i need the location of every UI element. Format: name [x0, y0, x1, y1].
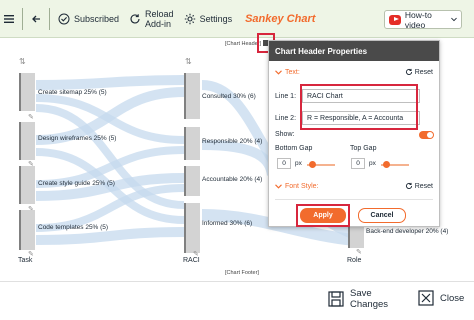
top-gap-slider-knob[interactable] — [383, 161, 390, 168]
font-style-section-header[interactable]: Font Style: Reset — [275, 180, 433, 192]
cancel-button[interactable]: Cancel — [358, 208, 406, 223]
save-icon — [328, 291, 344, 307]
node-code-templates[interactable] — [19, 210, 35, 250]
raci-node-label: Accountable 20% (4) — [202, 176, 263, 183]
flow-link — [35, 227, 185, 245]
font-style-section-label: Font Style: — [285, 182, 319, 190]
bottom-gap-input[interactable]: 0 — [277, 158, 291, 169]
save-changes-button[interactable]: Save Changes — [328, 288, 388, 310]
highlight-apply-button — [296, 204, 350, 227]
close-label: Close — [440, 292, 465, 304]
panel-title: Chart Header Properties — [269, 41, 439, 61]
text-reset-button[interactable]: Reset — [405, 68, 433, 76]
task-node-label: Create style guide 25% (5) — [38, 180, 115, 187]
node-create-sitemap[interactable] — [19, 73, 35, 111]
show-toggle[interactable] — [419, 131, 434, 139]
top-gap-input[interactable]: 0 — [351, 158, 365, 169]
axis-label-raci: RACI — [183, 257, 200, 264]
sort-raci-icon[interactable]: ⇅ — [185, 57, 192, 66]
node-accountable[interactable] — [184, 166, 200, 196]
save-label-line1: Save — [350, 288, 372, 299]
text-section-label: Text: — [285, 68, 300, 76]
edit-node-icon[interactable]: ✎ — [356, 248, 362, 256]
bottom-gap-slider-knob[interactable] — [309, 161, 316, 168]
flow-link — [35, 75, 185, 90]
text-section-header[interactable]: Text: Reset — [275, 66, 433, 78]
bottom-gap-unit: px — [295, 160, 302, 167]
chevron-down-icon — [275, 183, 282, 189]
sankey-app: Subscribed Reload Add-in Settings Sankey… — [0, 0, 474, 320]
save-changes-label: Save Changes — [350, 288, 388, 310]
axis-label-task: Task — [18, 257, 33, 264]
bottom-bar: Save Changes Close — [0, 281, 474, 320]
show-label: Show: — [275, 131, 295, 138]
role-node-label: Back-end developer 20% (4) — [366, 228, 449, 235]
reset-icon — [405, 182, 412, 190]
node-informed[interactable] — [184, 203, 200, 253]
text-section-title: Text: — [275, 69, 300, 76]
highlight-line-inputs — [300, 84, 418, 130]
node-responsible[interactable] — [184, 127, 200, 160]
font-style-section-title: Font Style: — [275, 183, 318, 190]
axis-label-role: Role — [347, 257, 362, 264]
raci-node-label: Informed 30% (6) — [202, 220, 253, 227]
node-consulted[interactable] — [184, 73, 200, 119]
line1-label: Line 1: — [275, 93, 297, 100]
task-node-label: Design wireframes 25% (5) — [38, 135, 117, 142]
reset-icon — [405, 68, 412, 76]
raci-node-label: Responsible 20% (4) — [202, 138, 263, 145]
top-gap-label: Top Gap — [350, 145, 377, 152]
reset-label: Reset — [414, 68, 433, 76]
close-button[interactable]: Close — [418, 290, 464, 306]
node-back-end-developer[interactable] — [348, 226, 364, 248]
node-design-wireframes[interactable] — [19, 122, 35, 160]
task-node-label: Create sitemap 25% (5) — [38, 89, 107, 96]
close-icon — [418, 290, 434, 306]
panel-divider — [275, 199, 433, 200]
sort-task-icon[interactable]: ⇅ — [19, 57, 26, 66]
line2-label: Line 2: — [275, 115, 297, 122]
reset-label: Reset — [414, 182, 433, 190]
bottom-gap-label: Bottom Gap — [275, 145, 313, 152]
font-style-reset-button[interactable]: Reset — [405, 182, 433, 190]
chevron-down-icon — [275, 69, 282, 75]
save-label-line2: Changes — [350, 299, 389, 310]
chart-header-properties-panel: Chart Header Properties Text: Reset Line… — [268, 40, 440, 227]
edit-node-icon[interactable]: ✎ — [28, 113, 34, 121]
task-node-label: Code templates 25% (5) — [38, 224, 109, 231]
top-gap-unit: px — [369, 160, 376, 167]
raci-node-label: Consulted 30% (6) — [202, 93, 256, 100]
node-create-style-guide[interactable] — [19, 166, 35, 204]
